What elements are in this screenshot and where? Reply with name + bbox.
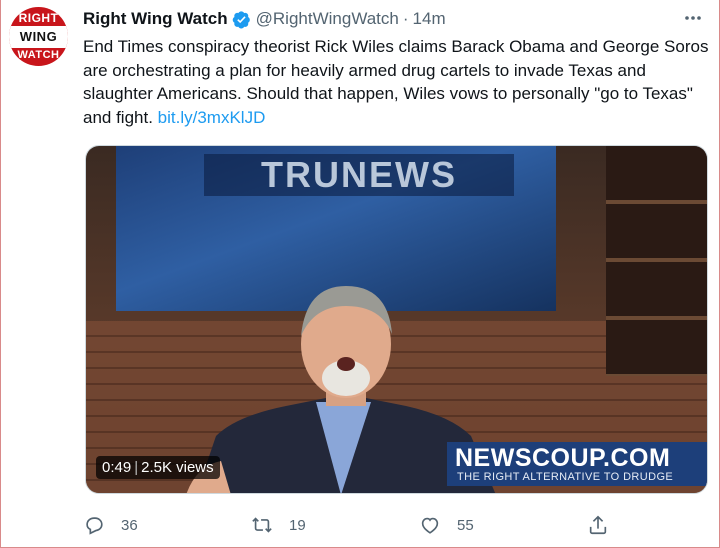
video-player[interactable]: TRUNEWS NEWSCOUP.COM THE RIGHT ALTERNATI…: [85, 145, 708, 494]
screen-brand: TRUNEWS: [204, 154, 514, 196]
avatar-text-1: RIGHT: [18, 11, 59, 25]
separator-dot: ·: [402, 9, 409, 28]
tweet-card[interactable]: RIGHT WING WATCH Right Wing Watch @Right…: [0, 0, 720, 548]
tweet-header: Right Wing Watch @RightWingWatch · 14m: [83, 8, 446, 30]
video-info-pill: 0:49 | 2.5K views: [96, 456, 220, 479]
retweet-button[interactable]: 19: [251, 512, 306, 538]
video-views: 2.5K views: [141, 459, 214, 476]
handle[interactable]: @RightWingWatch: [256, 9, 399, 29]
pill-separator: |: [134, 459, 139, 476]
retweet-icon: [252, 517, 272, 533]
timestamp[interactable]: 14m: [413, 9, 446, 29]
avatar-text-2: WING: [19, 29, 58, 44]
newscoup-ad-banner: NEWSCOUP.COM THE RIGHT ALTERNATIVE TO DR…: [447, 442, 707, 486]
display-name[interactable]: Right Wing Watch: [83, 9, 228, 29]
video-duration: 0:49: [102, 459, 132, 476]
like-count: 55: [457, 516, 474, 534]
share-icon: [589, 515, 607, 535]
verified-badge-icon: [232, 10, 250, 28]
reply-count: 36: [121, 516, 138, 534]
avatar[interactable]: RIGHT WING WATCH: [9, 7, 68, 66]
reply-button[interactable]: 36: [83, 512, 138, 538]
ad-title: NEWSCOUP.COM: [455, 444, 671, 472]
like-button[interactable]: 55: [419, 512, 474, 538]
avatar-text-3: WATCH: [17, 49, 60, 61]
retweet-count: 19: [289, 516, 306, 534]
like-icon: [421, 517, 439, 534]
action-bar: 36 19 55: [83, 512, 623, 538]
share-button[interactable]: [587, 512, 609, 538]
ad-subtitle: THE RIGHT ALTERNATIVE TO DRUDGE: [457, 471, 674, 483]
tweet-text: End Times conspiracy theorist Rick Wiles…: [83, 35, 713, 129]
more-icon[interactable]: [683, 10, 703, 26]
tweet-link[interactable]: bit.ly/3mxKlJD: [158, 108, 266, 127]
studio-shelf: [606, 146, 707, 376]
reply-icon: [86, 517, 103, 535]
